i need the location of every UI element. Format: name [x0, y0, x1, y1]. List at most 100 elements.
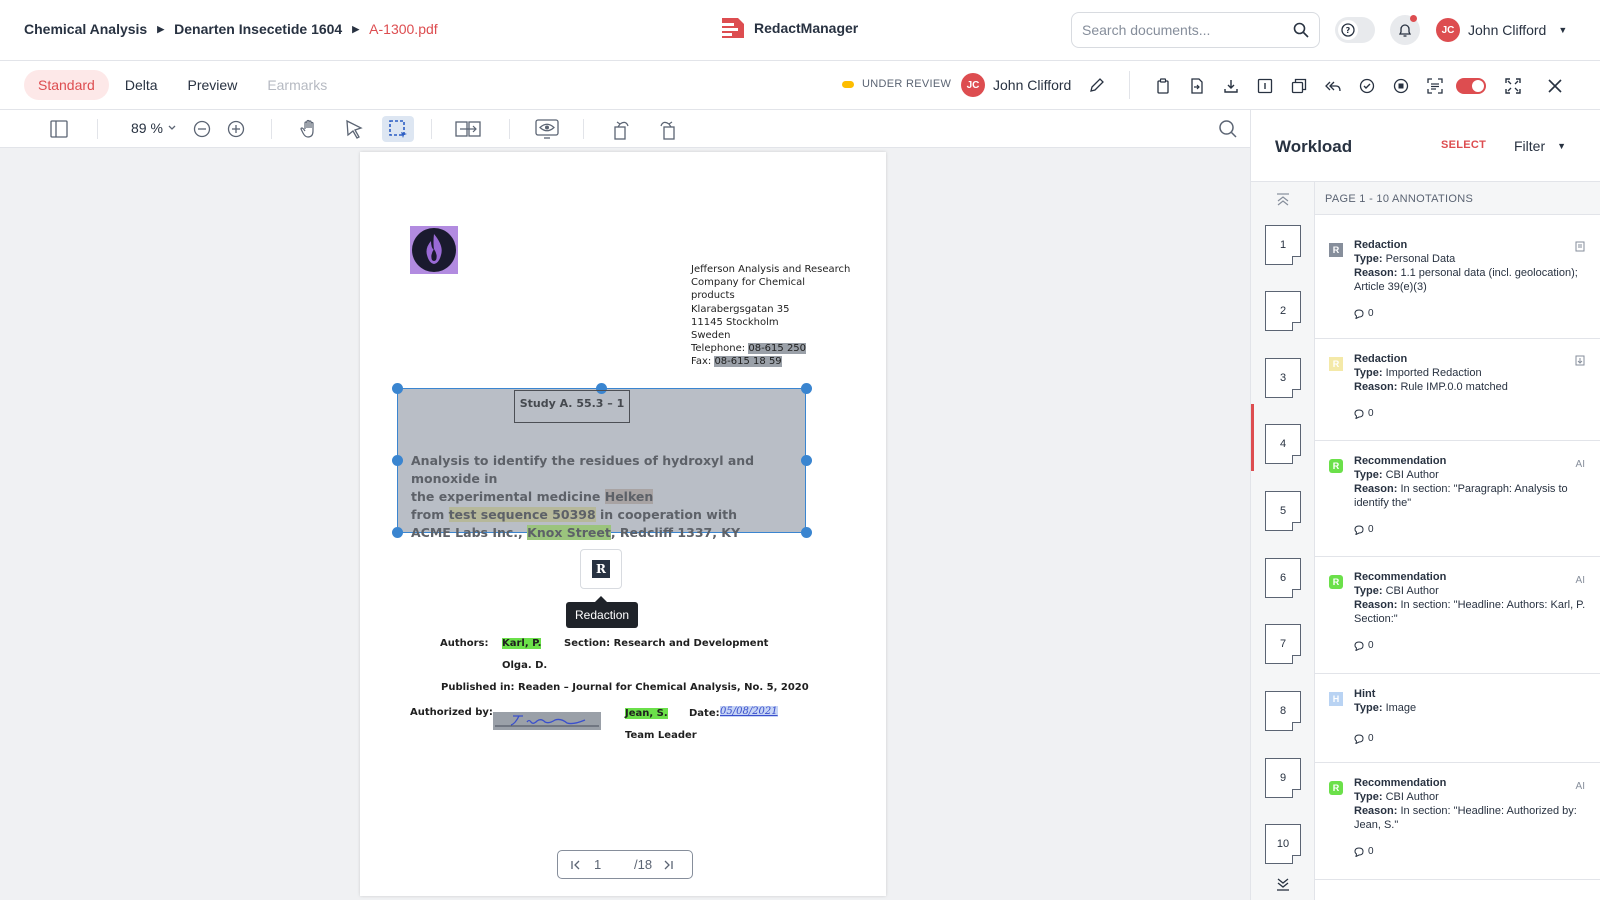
- assignee-name: John Clifford: [993, 77, 1072, 93]
- redacted-telephone[interactable]: 08-615 250: [748, 343, 807, 355]
- resize-handle[interactable]: [801, 455, 812, 466]
- comments-count[interactable]: 0: [1354, 845, 1600, 859]
- document-icon: [1575, 241, 1585, 252]
- svg-text:?: ?: [1346, 26, 1351, 35]
- resize-handle[interactable]: [392, 383, 403, 394]
- recommendation-icon: R: [1329, 575, 1343, 589]
- annotation-card[interactable]: R Redaction Type: Personal Data Reason: …: [1315, 225, 1600, 339]
- export-button[interactable]: [1180, 73, 1214, 99]
- select-button[interactable]: SELECT: [1441, 139, 1486, 151]
- zoom-in-button[interactable]: [220, 116, 252, 142]
- assignee[interactable]: JC John Clifford: [961, 73, 1105, 97]
- annotation-card[interactable]: R AI Recommendation Type: CBI Author Rea…: [1315, 763, 1600, 880]
- ocr-button[interactable]: [1418, 73, 1452, 99]
- annotation-type: Type: CBI Author: [1354, 790, 1600, 804]
- compare-button[interactable]: [452, 116, 484, 142]
- page-thumbnail[interactable]: 2: [1265, 291, 1301, 331]
- annotated-text[interactable]: Helken: [604, 489, 654, 504]
- page-thumbnail[interactable]: 4: [1265, 424, 1301, 464]
- approve-button[interactable]: [1350, 73, 1384, 99]
- divider: [1129, 71, 1130, 99]
- download-button[interactable]: [1214, 73, 1248, 99]
- breadcrumb-item-file[interactable]: A-1300.pdf: [369, 21, 438, 37]
- close-button[interactable]: [1538, 73, 1572, 99]
- notifications-button[interactable]: [1390, 15, 1420, 45]
- annotation-card[interactable]: R Redaction Type: Imported Redaction Rea…: [1315, 339, 1600, 441]
- select-tool-button[interactable]: [338, 116, 370, 142]
- page-thumbnail[interactable]: 8: [1265, 691, 1301, 731]
- hand-icon: [300, 119, 314, 138]
- help-mode-toggle[interactable]: ?: [1335, 17, 1375, 43]
- zoom-value: 89 %: [131, 120, 163, 136]
- clipboard-button[interactable]: [1146, 73, 1180, 99]
- page-thumbnail[interactable]: 3: [1265, 358, 1301, 398]
- breadcrumb-item-dossier-template[interactable]: Chemical Analysis: [24, 21, 147, 37]
- scroll-to-top-button[interactable]: [1275, 192, 1291, 208]
- redaction-type-button[interactable]: R: [580, 549, 622, 589]
- published-text: Published in: Readen – Journal for Chemi…: [441, 682, 809, 693]
- document-viewer[interactable]: Jefferson Analysis and Research Company …: [0, 148, 1250, 900]
- comments-count[interactable]: 0: [1354, 307, 1600, 321]
- author-text: Olga. D.: [502, 660, 548, 671]
- filter-dropdown[interactable]: Filter ▼: [1514, 138, 1566, 154]
- redacted-fax[interactable]: 08-615 18 59: [714, 356, 782, 368]
- stop-button[interactable]: [1384, 73, 1418, 99]
- tab-standard[interactable]: Standard: [24, 70, 109, 100]
- redacted-signature-image[interactable]: [493, 712, 601, 730]
- tab-earmarks[interactable]: Earmarks: [253, 70, 341, 100]
- toggle-sidebar-button[interactable]: [43, 116, 75, 142]
- annotated-text[interactable]: test sequence 50398: [448, 507, 596, 522]
- page-thumbnail[interactable]: 5: [1265, 491, 1301, 531]
- document-page[interactable]: Jefferson Analysis and Research Company …: [360, 152, 886, 896]
- resize-handle[interactable]: [801, 383, 812, 394]
- comments-count[interactable]: 0: [1354, 639, 1600, 653]
- page-thumbnail[interactable]: 7: [1265, 624, 1301, 664]
- resize-handle[interactable]: [392, 527, 403, 538]
- resize-handle[interactable]: [801, 527, 812, 538]
- app-logo[interactable]: RedactManager: [718, 14, 858, 42]
- annotation-card[interactable]: R AI Recommendation Type: CBI Author Rea…: [1315, 441, 1600, 557]
- current-page-input[interactable]: 1: [594, 857, 634, 872]
- pan-tool-button[interactable]: [293, 116, 325, 142]
- comments-count[interactable]: 0: [1354, 732, 1600, 746]
- copy-button[interactable]: [1282, 73, 1316, 99]
- document-logo-image[interactable]: [410, 226, 458, 274]
- zoom-out-button[interactable]: [186, 116, 218, 142]
- zoom-select[interactable]: 89 %: [131, 120, 177, 136]
- annotated-text[interactable]: Knox Street: [527, 525, 611, 540]
- annotated-authorizer[interactable]: Jean, S.: [625, 708, 668, 719]
- document-search-button[interactable]: [1212, 116, 1244, 142]
- divider: [509, 119, 510, 139]
- annotated-date[interactable]: 05/08/2021: [720, 706, 778, 717]
- resize-handle[interactable]: [392, 455, 403, 466]
- tab-delta[interactable]: Delta: [111, 70, 172, 100]
- fullscreen-button[interactable]: [1496, 73, 1530, 99]
- undo-all-button[interactable]: [1316, 73, 1350, 99]
- breadcrumb-item-dossier[interactable]: Denarten Insecetide 1604: [174, 21, 342, 37]
- annotation-card[interactable]: R AI Recommendation Type: CBI Author Rea…: [1315, 557, 1600, 674]
- rotate-left-button[interactable]: [606, 116, 638, 142]
- annotated-author[interactable]: Karl, P.: [502, 638, 542, 649]
- area-select-tool-button[interactable]: [382, 116, 414, 142]
- page-thumbnail[interactable]: 10: [1265, 824, 1301, 864]
- annotation-card[interactable]: H Hint Type: Image 0: [1315, 674, 1600, 763]
- document-info-button[interactable]: [1248, 73, 1282, 99]
- comments-count[interactable]: 0: [1354, 407, 1600, 421]
- telephone-label: Telephone:: [691, 343, 749, 355]
- scroll-to-bottom-button[interactable]: [1275, 876, 1291, 892]
- imported-redaction-icon: R: [1329, 357, 1343, 371]
- page-thumbnail[interactable]: 6: [1265, 558, 1301, 598]
- tab-preview[interactable]: Preview: [174, 70, 252, 100]
- page-thumbnail[interactable]: 9: [1265, 758, 1301, 798]
- rotate-left-icon: [614, 121, 629, 140]
- search-box[interactable]: [1071, 12, 1320, 48]
- user-menu[interactable]: JC John Clifford ▼: [1436, 18, 1567, 42]
- rotate-right-button[interactable]: [651, 116, 683, 142]
- comments-count[interactable]: 0: [1354, 523, 1600, 537]
- preview-button[interactable]: [531, 116, 563, 142]
- view-mode-tabs: Standard Delta Preview Earmarks: [24, 70, 343, 100]
- redaction-preview-toggle[interactable]: [1456, 78, 1486, 94]
- page-thumbnail[interactable]: 1: [1265, 225, 1301, 265]
- text-line: the experimental medicine Helken: [411, 488, 801, 506]
- search-input[interactable]: [1082, 22, 1293, 38]
